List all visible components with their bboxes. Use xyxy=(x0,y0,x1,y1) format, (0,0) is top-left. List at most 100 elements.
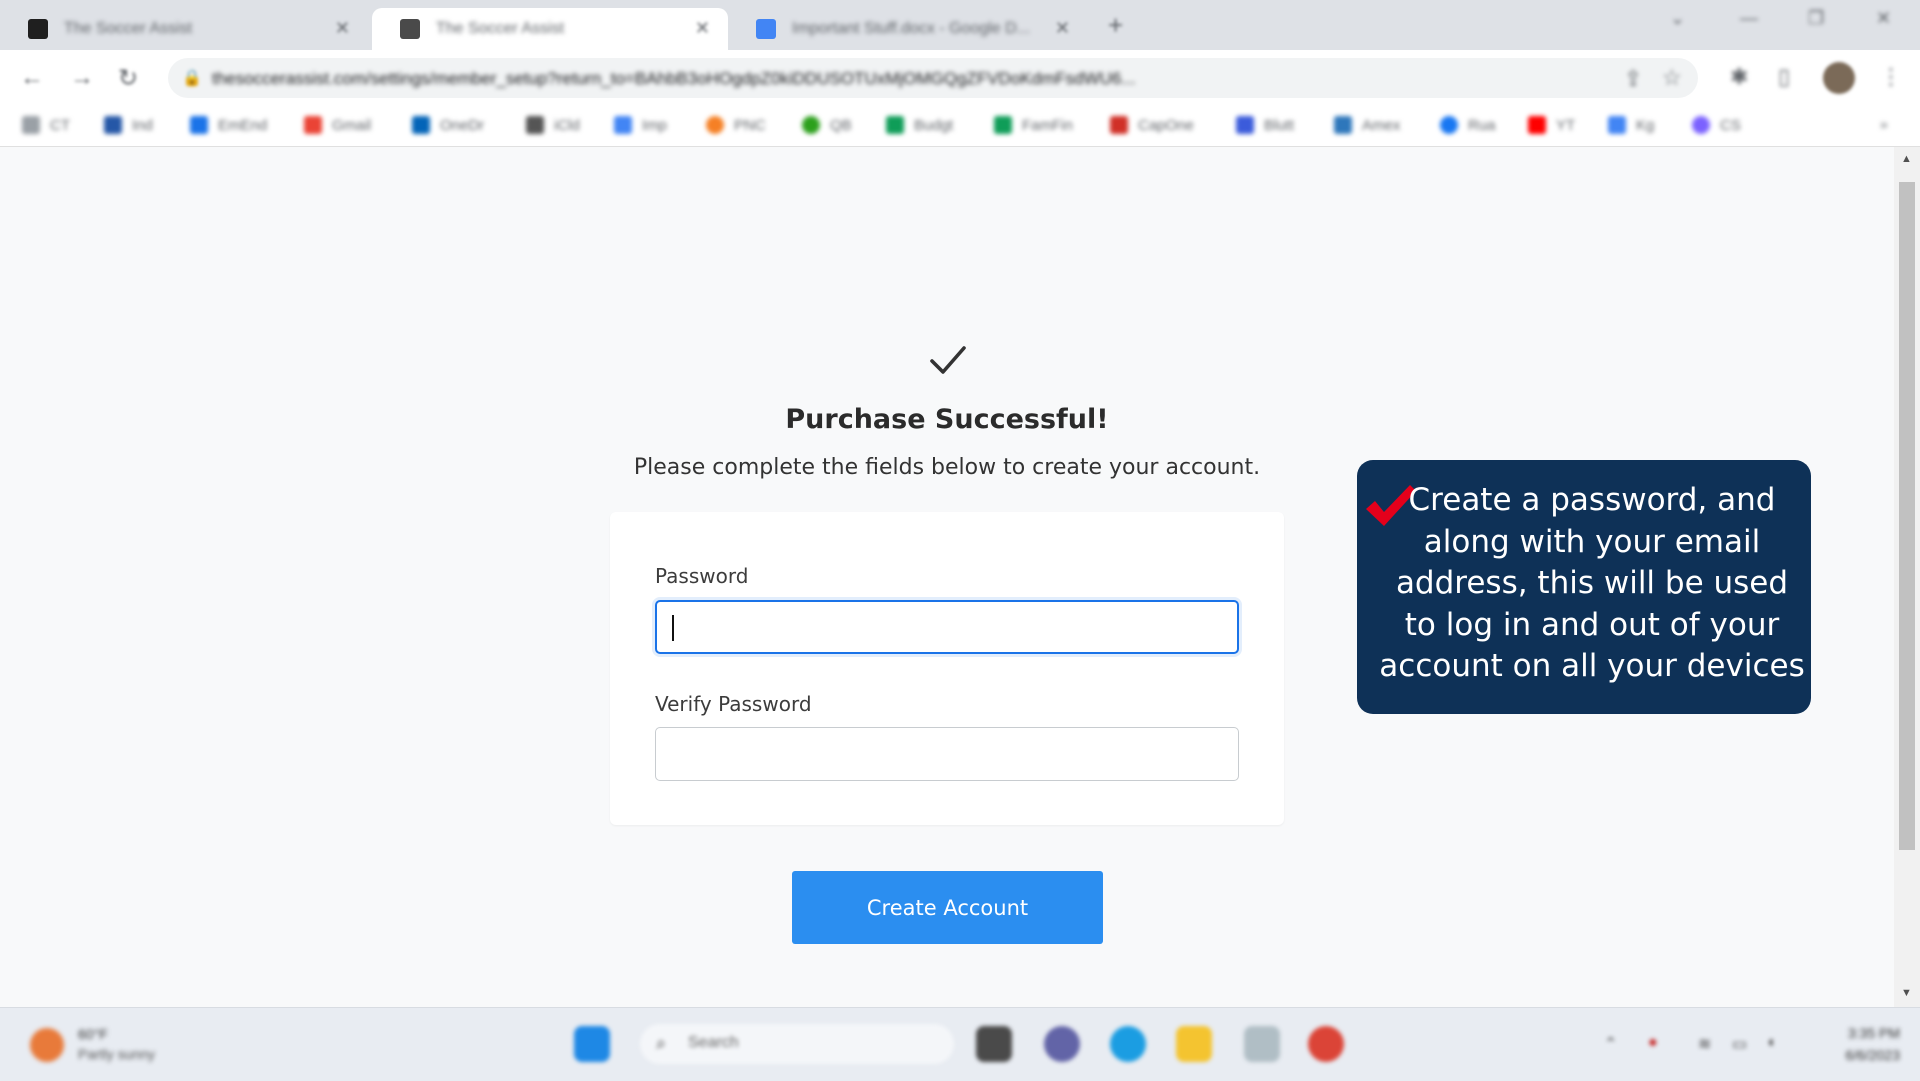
account-form-card: Password Verify Password xyxy=(610,512,1284,825)
bookmark-item[interactable]: Imp xyxy=(614,116,667,134)
bookmark-favicon-icon xyxy=(706,116,724,134)
close-tab-icon[interactable]: ✕ xyxy=(695,18,710,39)
url-text[interactable]: thesoccerassist.com/settings/member_setu… xyxy=(212,69,1632,89)
bookmarks-bar: CT Ind EmEnd Gmail OneDr iCld Imp PNC QB… xyxy=(0,106,1920,147)
create-account-button[interactable]: Create Account xyxy=(792,871,1103,944)
search-placeholder: Search xyxy=(688,1034,739,1051)
reload-icon[interactable]: ↻ xyxy=(118,64,138,93)
bookmark-favicon-icon xyxy=(1528,116,1546,134)
page-title: Purchase Successful! xyxy=(785,404,1109,435)
bookmark-item[interactable]: OneDr xyxy=(412,116,484,134)
bookmark-favicon-icon xyxy=(104,116,122,134)
bookmark-favicon-icon xyxy=(1236,116,1254,134)
search-icon: ⌕ xyxy=(656,1033,667,1053)
folder-icon[interactable] xyxy=(1176,1026,1212,1062)
bookmark-item[interactable]: FamFin xyxy=(994,116,1073,134)
bookmark-favicon-icon xyxy=(190,116,208,134)
chrome-icon[interactable] xyxy=(1308,1026,1344,1062)
bookmark-item[interactable]: Budgt xyxy=(886,116,953,134)
page-scrollbar[interactable]: ▲ ▼ xyxy=(1894,147,1920,1007)
bookmark-item[interactable]: Kg xyxy=(1608,116,1654,134)
bookmark-favicon-icon xyxy=(994,116,1012,134)
callout-text: Create a password, and along with your e… xyxy=(1379,482,1805,684)
bookmark-item[interactable]: Blutt xyxy=(1236,116,1294,134)
tab-favicon-icon xyxy=(756,19,776,39)
tab-search-icon[interactable]: ⌄ xyxy=(1670,8,1685,29)
bookmark-favicon-icon xyxy=(526,116,544,134)
bookmark-item[interactable]: EmEnd xyxy=(190,116,267,134)
bookmark-favicon-icon xyxy=(1110,116,1128,134)
back-icon[interactable]: ← xyxy=(20,64,44,92)
bookmark-item[interactable]: YT xyxy=(1528,116,1575,134)
bookmark-item[interactable]: Amex xyxy=(1334,116,1400,134)
forward-icon[interactable]: → xyxy=(70,64,94,92)
bookmark-favicon-icon xyxy=(886,116,904,134)
system-clock[interactable]: 3:35 PM 6/6/2023 xyxy=(1820,1022,1901,1066)
bookmark-favicon-icon xyxy=(304,116,322,134)
tray-overflow-icon[interactable]: ⌃ xyxy=(1604,1034,1617,1054)
checkmark-icon xyxy=(930,346,966,374)
bookmark-favicon-icon xyxy=(1440,116,1458,134)
bookmark-favicon-icon xyxy=(802,116,820,134)
profile-avatar[interactable] xyxy=(1823,62,1855,94)
mail-icon[interactable] xyxy=(1244,1026,1280,1062)
bookmark-item[interactable]: Rua xyxy=(1440,116,1496,134)
password-label: Password xyxy=(655,564,749,588)
clock-date: 6/6/2023 xyxy=(1845,1047,1901,1063)
wifi-icon[interactable]: ≋ xyxy=(1698,1034,1711,1054)
weather-icon xyxy=(30,1028,64,1062)
menu-icon[interactable]: ⋮ xyxy=(1880,64,1902,90)
side-panel-icon[interactable]: ▯ xyxy=(1778,64,1790,90)
restore-icon[interactable]: ❐ xyxy=(1808,8,1824,29)
bookmark-item[interactable]: PNC xyxy=(706,116,766,134)
bookmark-favicon-icon xyxy=(1692,116,1710,134)
battery-icon[interactable]: ▭ xyxy=(1732,1034,1747,1054)
tab-favicon-icon xyxy=(400,19,420,39)
extensions-icon[interactable]: ✱ xyxy=(1730,64,1748,90)
tab-title: The Soccer Assist xyxy=(436,20,565,37)
bookmark-item[interactable]: iCld xyxy=(526,116,580,134)
tray-app-icon[interactable]: ● xyxy=(1648,1034,1658,1052)
windows-taskbar: 60°F Partly sunny ⌕ Search ⌃ ● ≋ ▭ ◖ 3:3… xyxy=(0,1007,1920,1081)
tab-title: The Soccer Assist xyxy=(64,20,193,37)
bookmark-item[interactable]: CT xyxy=(22,116,70,134)
bookmark-favicon-icon xyxy=(1608,116,1626,134)
weather-desc: Partly sunny xyxy=(78,1046,156,1062)
bookmark-item[interactable]: Gmail xyxy=(304,116,371,134)
start-icon[interactable] xyxy=(574,1026,610,1062)
bookmark-favicon-icon xyxy=(614,116,632,134)
browser-tab[interactable]: The Soccer Assist ✕ xyxy=(0,8,368,50)
minimize-icon[interactable]: — xyxy=(1740,8,1758,29)
taskbar-search[interactable]: ⌕ Search xyxy=(640,1024,954,1064)
new-tab-icon[interactable]: + xyxy=(1108,10,1123,41)
bookmark-item[interactable]: QB xyxy=(802,116,852,134)
browser-tab-active[interactable]: The Soccer Assist ✕ xyxy=(372,8,728,50)
address-bar[interactable]: 🔒 thesoccerassist.com/settings/member_se… xyxy=(168,58,1698,98)
scrollbar-thumb[interactable] xyxy=(1899,182,1915,850)
bookmarks-overflow-icon[interactable]: » xyxy=(1880,116,1888,132)
file-explorer-dark-icon[interactable] xyxy=(976,1026,1012,1062)
bookmark-favicon-icon xyxy=(412,116,430,134)
bookmark-item[interactable]: CS xyxy=(1692,116,1741,134)
bookmark-star-icon[interactable]: ☆ xyxy=(1662,65,1682,91)
lock-icon[interactable]: 🔒 xyxy=(182,68,202,88)
close-tab-icon[interactable]: ✕ xyxy=(1055,18,1070,39)
volume-icon[interactable]: ◖ xyxy=(1766,1034,1776,1052)
tutorial-callout: Create a password, and along with your e… xyxy=(1357,460,1811,714)
weather-temp: 60°F xyxy=(78,1026,108,1042)
scroll-down-icon[interactable]: ▼ xyxy=(1901,987,1912,999)
browser-toolbar: ← → ↻ 🔒 thesoccerassist.com/settings/mem… xyxy=(0,50,1920,106)
share-icon[interactable]: ⇪ xyxy=(1624,66,1642,92)
scroll-up-icon[interactable]: ▲ xyxy=(1901,153,1912,165)
close-tab-icon[interactable]: ✕ xyxy=(335,18,350,39)
close-window-icon[interactable]: ✕ xyxy=(1876,8,1891,29)
bookmark-item[interactable]: Ind xyxy=(104,116,153,134)
browser-tab[interactable]: Important Stuff.docx - Google D... ✕ xyxy=(728,8,1088,50)
password-input[interactable] xyxy=(655,600,1239,654)
bookmark-item[interactable]: CapOne xyxy=(1110,116,1194,134)
tab-title: Important Stuff.docx - Google D... xyxy=(792,20,1031,37)
verify-password-input[interactable] xyxy=(655,727,1239,781)
bookmark-favicon-icon xyxy=(22,116,40,134)
chat-icon[interactable] xyxy=(1044,1026,1080,1062)
edge-icon[interactable] xyxy=(1110,1026,1146,1062)
